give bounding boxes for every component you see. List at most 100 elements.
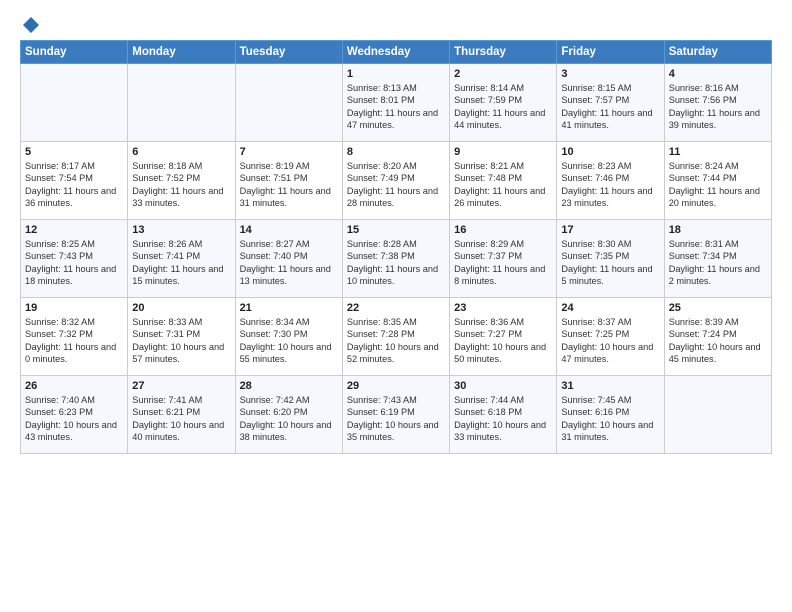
day-number: 31 [561,380,659,392]
calendar-cell: 27Sunrise: 7:41 AM Sunset: 6:21 PM Dayli… [128,376,235,454]
day-info: Sunrise: 8:27 AM Sunset: 7:40 PM Dayligh… [240,238,338,288]
calendar-week-1: 1 Sunrise: 8:13 AM Sunset: 8:01 PM Daylig… [21,64,772,142]
weekday-header-thursday: Thursday [450,41,557,64]
calendar-cell: 6 Sunrise: 8:18 AM Sunset: 7:52 PM Daylig… [128,142,235,220]
calendar-cell: 3 Sunrise: 8:15 AM Sunset: 7:57 PM Daylig… [557,64,664,142]
day-info: Sunrise: 8:28 AM Sunset: 7:38 PM Dayligh… [347,238,445,288]
calendar-week-5: 26 Sunrise: 7:40 AM Sunset: 6:23 PM Dayli… [21,376,772,454]
calendar-cell: 26 Sunrise: 7:40 AM Sunset: 6:23 PM Dayli… [21,376,128,454]
day-info: Sunrise: 8:20 AM Sunset: 7:49 PM Dayligh… [347,160,445,210]
logo-icon [22,16,40,34]
day-number: 25 [669,302,767,314]
calendar-cell: 25 Sunrise: 8:39 AM Sunset: 7:24 PM Dayli… [664,298,771,376]
calendar-cell [21,64,128,142]
day-info: Sunrise: 7:45 AM Sunset: 6:16 PM Dayligh… [561,394,659,444]
calendar-cell [664,376,771,454]
weekday-header-saturday: Saturday [664,41,771,64]
day-number: 9 [454,146,552,158]
day-number: 11 [669,146,767,158]
calendar-cell: 2 Sunrise: 8:14 AM Sunset: 7:59 PM Daylig… [450,64,557,142]
calendar-week-3: 12 Sunrise: 8:25 AM Sunset: 7:43 PM Dayli… [21,220,772,298]
calendar-cell: 17 Sunrise: 8:30 AM Sunset: 7:35 PM Dayli… [557,220,664,298]
day-info: Sunrise: 8:35 AM Sunset: 7:28 PM Dayligh… [347,316,445,366]
calendar-cell: 22 Sunrise: 8:35 AM Sunset: 7:28 PM Dayli… [342,298,449,376]
day-info: Sunrise: 8:24 AM Sunset: 7:44 PM Dayligh… [669,160,767,210]
day-info: Sunrise: 8:31 AM Sunset: 7:34 PM Dayligh… [669,238,767,288]
day-number: 13 [132,224,230,236]
day-info: Sunrise: 8:25 AM Sunset: 7:43 PM Dayligh… [25,238,123,288]
day-number: 26 [25,380,123,392]
calendar-week-2: 5 Sunrise: 8:17 AM Sunset: 7:54 PM Daylig… [21,142,772,220]
calendar-cell: 10 Sunrise: 8:23 AM Sunset: 7:46 PM Dayli… [557,142,664,220]
day-info: Sunrise: 8:30 AM Sunset: 7:35 PM Dayligh… [561,238,659,288]
calendar-cell: 19 Sunrise: 8:32 AM Sunset: 7:32 PM Dayli… [21,298,128,376]
day-info: Sunrise: 7:44 AM Sunset: 6:18 PM Dayligh… [454,394,552,444]
day-number: 17 [561,224,659,236]
day-info: Sunrise: 8:37 AM Sunset: 7:25 PM Dayligh… [561,316,659,366]
day-number: 29 [347,380,445,392]
calendar-cell: 15 Sunrise: 8:28 AM Sunset: 7:38 PM Dayli… [342,220,449,298]
day-number: 14 [240,224,338,236]
day-info: Sunrise: 8:29 AM Sunset: 7:37 PM Dayligh… [454,238,552,288]
day-info: Sunrise: 8:13 AM Sunset: 8:01 PM Dayligh… [347,82,445,132]
day-info: Sunrise: 7:42 AM Sunset: 6:20 PM Dayligh… [240,394,338,444]
day-number: 16 [454,224,552,236]
day-info: Sunrise: 8:18 AM Sunset: 7:52 PM Dayligh… [132,160,230,210]
day-number: 15 [347,224,445,236]
calendar-cell: 29 Sunrise: 7:43 AM Sunset: 6:19 PM Dayli… [342,376,449,454]
calendar-cell: 9Sunrise: 8:21 AM Sunset: 7:48 PM Daylig… [450,142,557,220]
weekday-header-sunday: Sunday [21,41,128,64]
day-info: Sunrise: 8:15 AM Sunset: 7:57 PM Dayligh… [561,82,659,132]
calendar-cell: 23Sunrise: 8:36 AM Sunset: 7:27 PM Dayli… [450,298,557,376]
weekday-header-friday: Friday [557,41,664,64]
day-info: Sunrise: 8:19 AM Sunset: 7:51 PM Dayligh… [240,160,338,210]
day-info: Sunrise: 8:34 AM Sunset: 7:30 PM Dayligh… [240,316,338,366]
day-info: Sunrise: 7:41 AM Sunset: 6:21 PM Dayligh… [132,394,230,444]
day-number: 20 [132,302,230,314]
day-info: Sunrise: 8:16 AM Sunset: 7:56 PM Dayligh… [669,82,767,132]
calendar-cell [128,64,235,142]
day-number: 4 [669,68,767,80]
day-number: 3 [561,68,659,80]
calendar-cell: 24 Sunrise: 8:37 AM Sunset: 7:25 PM Dayli… [557,298,664,376]
calendar-cell: 7Sunrise: 8:19 AM Sunset: 7:51 PM Daylig… [235,142,342,220]
day-number: 22 [347,302,445,314]
day-number: 6 [132,146,230,158]
day-number: 2 [454,68,552,80]
weekday-header-wednesday: Wednesday [342,41,449,64]
day-number: 8 [347,146,445,158]
calendar-cell: 28Sunrise: 7:42 AM Sunset: 6:20 PM Dayli… [235,376,342,454]
calendar-cell: 8 Sunrise: 8:20 AM Sunset: 7:49 PM Daylig… [342,142,449,220]
calendar-cell: 30 Sunrise: 7:44 AM Sunset: 6:18 PM Dayli… [450,376,557,454]
day-info: Sunrise: 7:40 AM Sunset: 6:23 PM Dayligh… [25,394,123,444]
day-number: 12 [25,224,123,236]
logo [20,16,40,34]
day-info: Sunrise: 8:23 AM Sunset: 7:46 PM Dayligh… [561,160,659,210]
calendar-cell [235,64,342,142]
day-number: 10 [561,146,659,158]
day-number: 5 [25,146,123,158]
calendar-cell: 18 Sunrise: 8:31 AM Sunset: 7:34 PM Dayli… [664,220,771,298]
calendar-cell: 4 Sunrise: 8:16 AM Sunset: 7:56 PM Daylig… [664,64,771,142]
day-info: Sunrise: 8:32 AM Sunset: 7:32 PM Dayligh… [25,316,123,366]
day-number: 1 [347,68,445,80]
day-info: Sunrise: 8:39 AM Sunset: 7:24 PM Dayligh… [669,316,767,366]
day-info: Sunrise: 8:17 AM Sunset: 7:54 PM Dayligh… [25,160,123,210]
day-number: 18 [669,224,767,236]
weekday-header-row: SundayMondayTuesdayWednesdayThursdayFrid… [21,41,772,64]
day-number: 30 [454,380,552,392]
weekday-header-tuesday: Tuesday [235,41,342,64]
calendar-cell: 16 Sunrise: 8:29 AM Sunset: 7:37 PM Dayli… [450,220,557,298]
calendar-cell: 11 Sunrise: 8:24 AM Sunset: 7:44 PM Dayli… [664,142,771,220]
day-number: 24 [561,302,659,314]
calendar-table: SundayMondayTuesdayWednesdayThursdayFrid… [20,40,772,454]
day-info: Sunrise: 7:43 AM Sunset: 6:19 PM Dayligh… [347,394,445,444]
day-number: 19 [25,302,123,314]
day-number: 23 [454,302,552,314]
calendar-cell: 5 Sunrise: 8:17 AM Sunset: 7:54 PM Daylig… [21,142,128,220]
calendar-cell: 14 Sunrise: 8:27 AM Sunset: 7:40 PM Dayli… [235,220,342,298]
weekday-header-monday: Monday [128,41,235,64]
day-info: Sunrise: 8:33 AM Sunset: 7:31 PM Dayligh… [132,316,230,366]
day-number: 21 [240,302,338,314]
day-info: Sunrise: 8:14 AM Sunset: 7:59 PM Dayligh… [454,82,552,132]
